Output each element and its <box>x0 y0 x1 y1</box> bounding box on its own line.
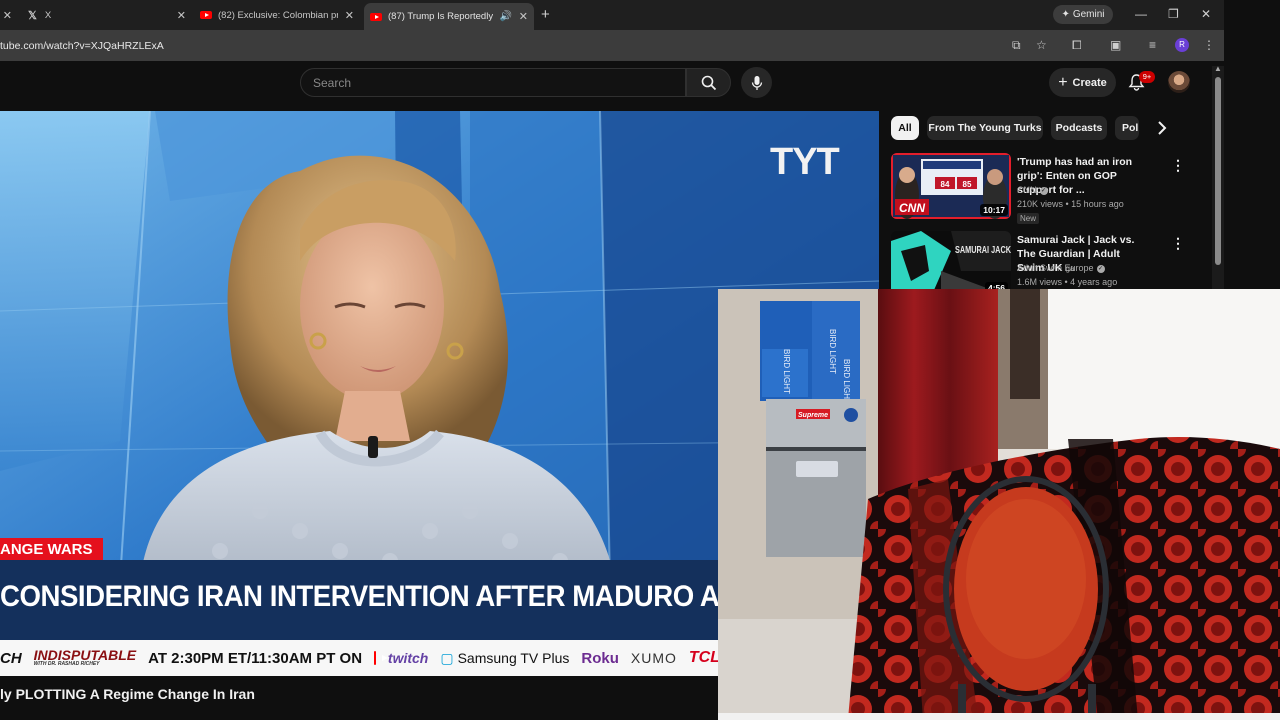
tab-x[interactable]: 𝕏 X ✕ <box>22 4 192 26</box>
ticker-lead: CH <box>0 649 22 667</box>
tab-title: X <box>44 9 52 21</box>
lower-third-kicker: ANGE WARS <box>0 538 103 560</box>
youtube-logo-icon <box>374 651 388 665</box>
webcam-overlay: BIRD LIGHT BIRD LIGHT BIRD LIGHT Supreme <box>718 289 1280 720</box>
recommendation-meta: 210K views • 15 hours ago <box>1017 199 1124 209</box>
search-icon <box>701 75 716 90</box>
video-duration: 10:17 <box>980 204 1008 216</box>
video-title: ly PLOTTING A Regime Change In Iran <box>0 686 255 702</box>
close-icon[interactable]: ✕ <box>519 10 528 23</box>
search-box[interactable] <box>300 68 686 97</box>
close-icon[interactable]: ✕ <box>177 9 186 22</box>
chip-all[interactable]: All <box>891 116 919 140</box>
extensions-icon[interactable]: ⧠ <box>1072 38 1082 53</box>
restore-icon[interactable]: ❐ <box>1168 7 1179 21</box>
ticker-brand-samsung-label: Samsung TV Plus <box>457 649 570 666</box>
browser-menu-icon[interactable]: ⋮ <box>1203 38 1215 52</box>
x-logo-icon: 𝕏 <box>28 9 37 22</box>
ticker-brand-samsung: ▢ Samsung TV Plus <box>440 650 569 667</box>
box-label-3: BIRD LIGHT <box>842 359 851 404</box>
ticker-brand-tcl: TCL <box>688 649 720 666</box>
tab-colombian[interactable]: (82) Exclusive: Colombian presi ✕ <box>194 4 360 26</box>
recommendation-channel[interactable]: CNN ✓ <box>1017 185 1048 195</box>
recommendation-channel[interactable]: Adult Swim Europe ✓ <box>1017 263 1105 273</box>
fridge-sticker: Supreme <box>798 412 828 419</box>
box-label-2: BIRD LIGHT <box>828 329 837 374</box>
video-thumbnail[interactable]: 84 85 CNN 10:17 <box>891 153 1011 219</box>
side-panel-icon[interactable]: ▣ <box>1110 38 1121 52</box>
video-thumbnail[interactable]: SAMURAI JACK 4:56 <box>891 231 1011 297</box>
thumb-cnn-text: CNN <box>899 201 925 215</box>
tab-title: (87) Trump Is Reportedly Pl <box>388 11 493 22</box>
scrollbar-thumb[interactable] <box>1215 77 1221 265</box>
chip-politics[interactable]: Poli <box>1115 116 1139 140</box>
gemini-label: Gemini <box>1072 9 1105 20</box>
screen: ✕ 𝕏 X ✕ (82) Exclusive: Colombian presi … <box>0 0 1280 720</box>
plus-icon: + <box>1058 73 1068 91</box>
tab-trump-active[interactable]: (87) Trump Is Reportedly Pl 🔊 ✕ <box>364 3 534 30</box>
close-icon[interactable]: ✕ <box>345 9 354 22</box>
url-field[interactable]: tube.com/watch?v=XJQaHRZLExA <box>0 40 164 52</box>
tab-title: (82) Exclusive: Colombian presi <box>218 9 338 21</box>
search-input[interactable] <box>301 69 685 96</box>
ticker-brand-xumo: XUMO <box>630 650 677 666</box>
thumb-num-1: 84 <box>941 180 950 189</box>
verified-check-icon: ✓ <box>1039 186 1048 195</box>
samsung-tv-icon: ▢ <box>440 649 454 666</box>
create-label: Create <box>1072 76 1107 89</box>
tab-prev-close[interactable]: ✕ <box>0 4 20 26</box>
gemini-button[interactable]: ✦ Gemini <box>1053 5 1113 24</box>
browser-tab-strip: ✕ 𝕏 X ✕ (82) Exclusive: Colombian presi … <box>0 0 1224 30</box>
ticker-time: AT 2:30PM ET/11:30AM PT ON <box>148 649 363 667</box>
close-icon[interactable]: ✕ <box>3 9 12 22</box>
youtube-icon <box>200 11 212 19</box>
media-controls-icon[interactable]: ≡ <box>1149 38 1156 52</box>
chip-podcasts[interactable]: Podcasts <box>1051 116 1107 140</box>
thumb-samurai-jack-text: SAMURAI JACK <box>955 245 1011 256</box>
recommendation-item[interactable]: 84 85 CNN 10:17 'Trump has had an iron g… <box>891 153 1191 224</box>
profile-avatar[interactable]: R <box>1175 38 1189 52</box>
channel-logo-tyt: TYT <box>770 141 840 183</box>
new-badge: New <box>1017 213 1040 224</box>
microphone-icon <box>751 75 762 90</box>
chip-from-the-young-turks[interactable]: From The Young Turks <box>927 116 1043 140</box>
bookmark-star-icon[interactable]: ☆ <box>1036 38 1047 52</box>
scroll-up-arrow-icon[interactable]: ▲ <box>1214 64 1222 73</box>
chevron-right-icon[interactable] <box>1155 120 1169 136</box>
ticker-brand-twitch: twitch <box>387 650 429 666</box>
speaker-icon[interactable]: 🔊 <box>500 11 512 22</box>
new-tab-button[interactable]: + <box>541 6 550 23</box>
ticker-show-name: INDISPUTABLE WITH DR. RASHAD RICHEY <box>34 649 136 667</box>
create-button[interactable]: + Create <box>1049 68 1116 97</box>
thumb-num-2: 85 <box>963 180 972 189</box>
verified-check-icon: ✓ <box>1096 264 1105 273</box>
ticker-brand-roku: Roku <box>581 649 619 667</box>
channel-name[interactable]: Adult Swim Europe <box>1017 263 1094 273</box>
user-avatar[interactable] <box>1168 71 1190 93</box>
box-label-1: BIRD LIGHT <box>782 349 791 394</box>
recommendation-meta: 1.6M views • 4 years ago <box>1017 277 1118 287</box>
lower-third-ticker: CH INDISPUTABLE WITH DR. RASHAD RICHEY A… <box>0 640 720 676</box>
install-app-icon[interactable]: ⧉ <box>1012 38 1021 53</box>
channel-name[interactable]: CNN <box>1017 185 1037 195</box>
more-actions-icon[interactable]: ⋮ <box>1171 235 1185 252</box>
minimize-icon[interactable]: — <box>1135 7 1147 21</box>
youtube-icon <box>370 12 382 21</box>
lower-third-headline: CONSIDERING IRAN INTERVENTION AFTER MADU… <box>0 560 811 640</box>
voice-search-button[interactable] <box>741 67 772 98</box>
more-actions-icon[interactable]: ⋮ <box>1171 157 1185 174</box>
gemini-sparkle-icon: ✦ <box>1061 9 1070 20</box>
webcam-feed: BIRD LIGHT BIRD LIGHT BIRD LIGHT Supreme <box>718 289 1280 720</box>
notification-count-badge: 9+ <box>1139 71 1155 83</box>
headline-text: CONSIDERING IRAN INTERVENTION AFTER MADU… <box>0 580 811 613</box>
close-window-icon[interactable]: ✕ <box>1201 7 1211 21</box>
search-button[interactable] <box>686 68 731 97</box>
